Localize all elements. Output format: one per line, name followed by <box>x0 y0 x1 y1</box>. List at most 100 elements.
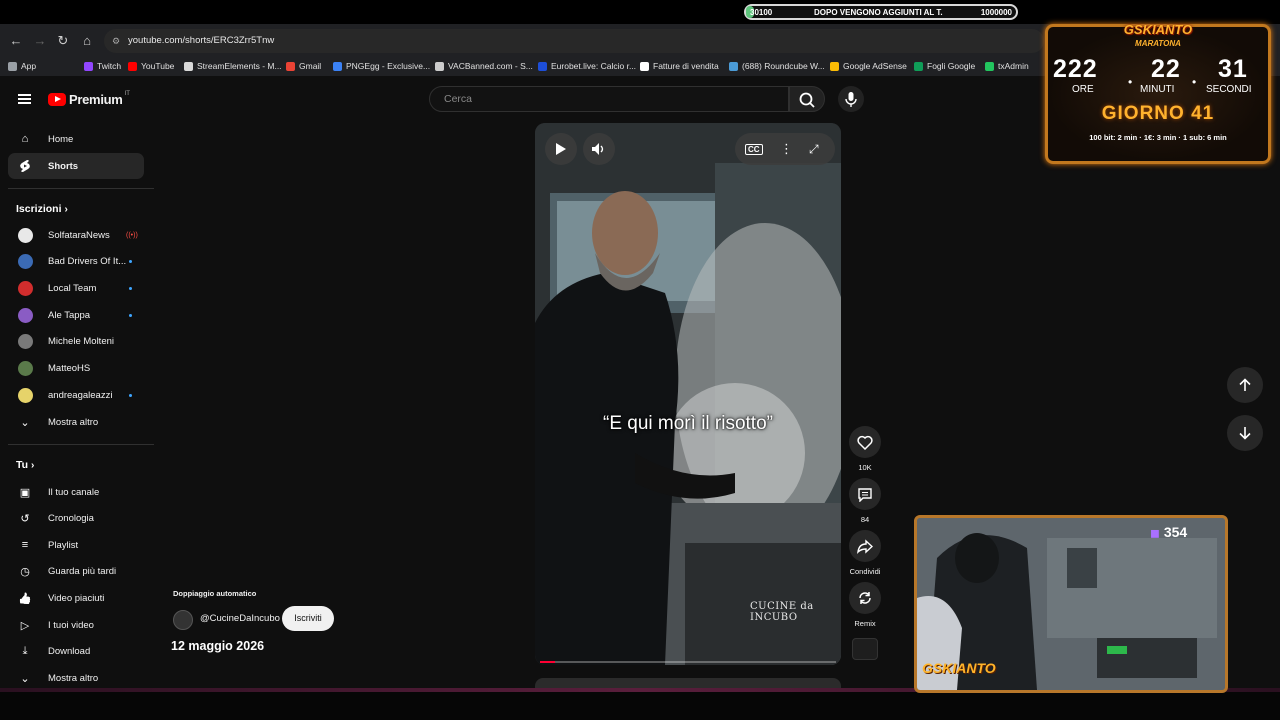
bookmark-item[interactable]: VACBanned.com - S... <box>435 61 533 71</box>
channel-avatar <box>17 307 33 323</box>
menu-icon[interactable] <box>18 94 31 104</box>
logo-region: IT <box>124 90 130 97</box>
bookmark-item[interactable]: Gmail <box>286 61 321 71</box>
subscription-label: andreagaleazzi <box>48 389 113 401</box>
subscriptions-heading-text: Iscrizioni <box>16 203 62 215</box>
voice-search-button[interactable] <box>838 86 864 112</box>
bookmark-favicon-icon <box>84 61 93 71</box>
bookmark-item[interactable]: (688) Roundcube W... <box>729 61 825 71</box>
short-video-player[interactable]: CC ⋮ ⤢ “E qui morì il risotto” CUCINE da… <box>535 123 841 665</box>
chevron-down-icon: ⌄ <box>20 416 30 429</box>
youtube-play-icon <box>48 93 66 106</box>
comment-button[interactable] <box>849 478 881 510</box>
audio-thumbnail[interactable] <box>852 638 878 660</box>
watch-later-icon: ◷ <box>20 566 30 579</box>
forward-icon[interactable]: → <box>32 33 48 49</box>
comment-action[interactable]: 84 <box>848 478 882 524</box>
bookmark-label: Google AdSense <box>843 61 907 71</box>
video-progress-bar[interactable] <box>540 661 836 663</box>
sidebar-item-label: Download <box>48 646 91 658</box>
live-icon: ((•)) <box>126 231 138 239</box>
subscription-item[interactable]: Bad Drivers Of It... <box>8 249 144 275</box>
captions-icon[interactable]: CC <box>745 143 763 155</box>
bookmark-item[interactable]: txAdmin <box>985 61 1029 71</box>
remix-button[interactable] <box>849 582 881 614</box>
bookmark-label: Gmail <box>299 61 322 71</box>
bookmark-item[interactable]: Twitch <box>84 61 121 71</box>
subscription-item[interactable]: Ale Tappa <box>8 302 144 328</box>
subscription-item[interactable]: Local Team <box>8 275 144 301</box>
bookmark-favicon-icon <box>640 61 649 71</box>
video-progress-fill <box>540 661 555 663</box>
mic-icon <box>845 92 857 107</box>
sidebar-divider <box>8 188 154 189</box>
show-more-subscriptions[interactable]: ⌄ Mostra altro <box>8 409 144 435</box>
reload-icon[interactable]: ↻ <box>55 33 71 49</box>
search-input[interactable]: Cerca <box>429 86 789 112</box>
subscription-label: Local Team <box>48 282 97 294</box>
bookmark-item[interactable]: Google AdSense <box>830 61 907 71</box>
back-icon[interactable]: ← <box>8 33 24 49</box>
sidebar-item-like[interactable]: 👍 Video piaciuti <box>8 585 144 611</box>
overlay-subtitle: MARATONA <box>1135 39 1181 48</box>
home-browser-icon[interactable]: ⌂ <box>79 33 95 49</box>
bookmark-label: Twitch <box>97 61 122 71</box>
channel-avatar[interactable] <box>173 610 193 630</box>
comment-icon <box>858 487 872 502</box>
bookmark-item[interactable]: Eurobet.live: Calcio r... <box>538 61 636 71</box>
avatar-image <box>17 361 33 376</box>
publish-date: 12 maggio 2026 <box>171 639 265 653</box>
sidebar-item-channel[interactable]: ▣ Il tuo canale <box>8 479 144 505</box>
timer-minutes: 22 <box>1151 55 1181 83</box>
subscription-item[interactable]: SolfataraNews ((•)) <box>8 222 144 248</box>
subscription-item[interactable]: MatteoHS <box>8 356 144 382</box>
sidebar-item-home[interactable]: ⌂ Home <box>8 126 144 152</box>
play-button[interactable] <box>545 133 577 165</box>
bookmark-label: (688) Roundcube W... <box>742 61 825 71</box>
channel-name[interactable]: @CucineDaIncubo <box>200 613 280 624</box>
subscription-item[interactable]: andreagaleazzi <box>8 382 144 408</box>
goal-target: 1000000 <box>980 7 1012 17</box>
share-button[interactable] <box>849 530 881 562</box>
subscription-label: SolfataraNews <box>48 229 110 241</box>
sidebar-item-download[interactable]: ⤓ Download <box>8 639 144 665</box>
youtube-logo[interactable]: Premium IT <box>48 90 130 107</box>
bookmark-item[interactable]: PNGEgg - Exclusive... <box>333 61 430 71</box>
like-action[interactable]: 10K <box>848 426 882 472</box>
subscribe-button[interactable]: Iscriviti <box>282 606 334 631</box>
bookmark-item[interactable]: StreamElements - M... <box>184 61 282 71</box>
sidebar-item-label: Home <box>48 133 74 145</box>
like-button[interactable] <box>849 426 881 458</box>
address-bar[interactable]: ⚙ youtube.com/shorts/ERC3Zrr5Tnw <box>104 29 1044 53</box>
search-button[interactable] <box>789 86 825 112</box>
bookmark-item[interactable]: Fatture di vendita <box>640 61 719 71</box>
bookmark-favicon-icon <box>184 61 193 71</box>
volume-button[interactable] <box>583 133 615 165</box>
site-info-icon[interactable]: ⚙ <box>112 29 120 53</box>
bookmark-label: App <box>21 61 37 71</box>
bookmark-item[interactable]: Fogli Google <box>914 61 975 71</box>
share-action[interactable]: Condividi <box>848 530 882 576</box>
avatar-image <box>17 254 33 270</box>
you-heading[interactable]: Tu › <box>16 459 34 471</box>
bookmark-label: txAdmin <box>998 61 1029 71</box>
like-count: 10K <box>858 463 872 472</box>
history-icon: ↺ <box>20 513 30 526</box>
sidebar-item-watch-later[interactable]: ◷ Guarda più tardi <box>8 559 144 585</box>
subscriptions-heading[interactable]: Iscrizioni › <box>16 203 68 215</box>
next-short-preview[interactable] <box>535 678 841 688</box>
bookmark-label: Fogli Google <box>927 61 976 71</box>
arrow-up-icon <box>1239 378 1251 391</box>
fullscreen-icon[interactable]: ⤢ <box>809 142 819 157</box>
previous-short-button[interactable] <box>1227 367 1263 403</box>
sidebar-item-playlist[interactable]: ≡ Playlist <box>8 532 144 558</box>
bookmark-item[interactable]: App <box>8 61 36 71</box>
remix-action[interactable]: Remix <box>848 582 882 628</box>
sidebar-item-shorts[interactable]: Shorts <box>8 153 144 179</box>
more-options-icon[interactable]: ⋮ <box>780 141 793 157</box>
sidebar-item-history[interactable]: ↺ Cronologia <box>8 506 144 532</box>
bookmark-item[interactable]: YouTube <box>128 61 174 71</box>
sidebar-item-your-videos[interactable]: ▷ I tuoi video <box>8 612 144 638</box>
next-short-button[interactable] <box>1227 415 1263 451</box>
subscription-item[interactable]: Michele Molteni <box>8 329 144 355</box>
